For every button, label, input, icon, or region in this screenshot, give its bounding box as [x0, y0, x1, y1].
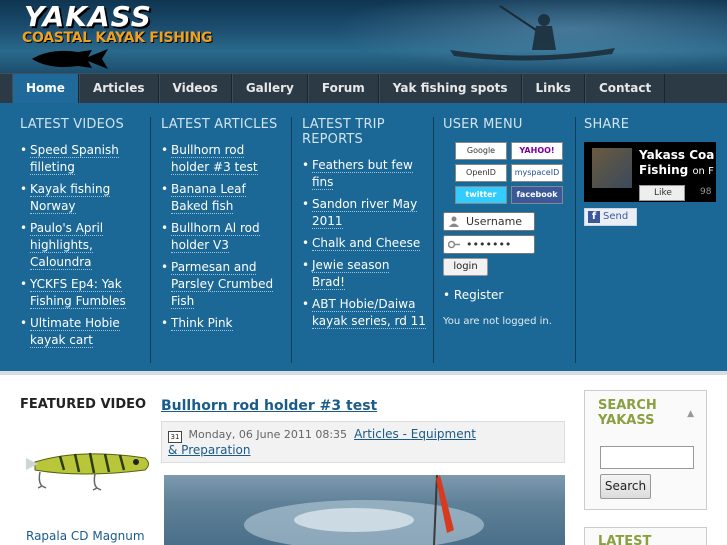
myspaceid-login-button[interactable]: myspaceID — [511, 164, 563, 182]
login-button[interactable]: login — [443, 258, 488, 276]
key-icon — [448, 240, 460, 249]
user-icon — [449, 216, 459, 227]
list-item[interactable]: Think Pink — [161, 315, 283, 332]
user-menu-title: USER MENU — [443, 117, 523, 132]
list-item[interactable]: Ultimate Hobie kayak cart — [20, 315, 142, 349]
nav-contact[interactable]: Contact — [584, 74, 666, 104]
list-item[interactable]: Parmesan and Parsley Crumbed Fish — [161, 259, 283, 310]
latest-videos-title: LATEST VIDEOS — [20, 117, 124, 132]
kayak-fisherman-icon — [450, 5, 615, 61]
latest-trip-reports-module: LATEST TRIP REPORTS Feathers but few fin… — [302, 117, 426, 335]
nav-yak-fishing-spots[interactable]: Yak fishing spots — [378, 74, 522, 104]
rapala-lure-image[interactable] — [20, 440, 155, 500]
article-date: Monday, 06 June 2011 08:35 — [188, 428, 348, 441]
list-item[interactable]: Paulo's April highlights, Caloundra — [20, 220, 142, 271]
facebook-login-button[interactable]: facebook — [511, 186, 563, 204]
article-photo[interactable] — [164, 475, 565, 545]
share-title: SHARE — [584, 117, 630, 132]
list-item[interactable]: Chalk and Cheese — [302, 235, 426, 252]
fb-page-name-2[interactable]: Fishing — [639, 163, 688, 177]
water-scene-image — [244, 475, 484, 545]
feature-panel: LATEST VIDEOS Speed Spanish filleting Ka… — [0, 103, 727, 371]
nav-links[interactable]: Links — [521, 74, 585, 104]
site-header: YAKASS COASTAL KAYAK FISHING — [0, 0, 727, 73]
main-nav: Home Articles Videos Gallery Forum Yak f… — [0, 73, 727, 104]
search-input[interactable] — [600, 446, 694, 469]
category-link-equipment[interactable]: Equipment — [411, 427, 476, 441]
logo-subtitle[interactable]: COASTAL KAYAK FISHING — [22, 30, 213, 46]
list-item[interactable]: YCKFS Ep4: Yak Fishing Fumbles — [20, 276, 142, 310]
register-link[interactable]: • Register — [443, 288, 573, 302]
featured-video-caption[interactable]: Rapala CD Magnum — [26, 529, 145, 543]
category-link-articles[interactable]: Articles — [354, 427, 399, 441]
list-item[interactable]: ABT Hobie/Daiwa kayak series, rd 11 — [302, 296, 426, 330]
calendar-icon: 31 — [168, 431, 182, 443]
page-thumbnail — [592, 148, 632, 188]
latest-trip-reports-title: LATEST TRIP REPORTS — [302, 117, 385, 147]
article-meta: 31 Monday, 06 June 2011 08:35 Articles -… — [161, 421, 565, 463]
facebook-page-widget[interactable]: Yakass Coa Fishing on F Like 98 — [584, 142, 716, 202]
google-login-button[interactable]: Google — [455, 142, 507, 160]
yahoo-login-button[interactable]: YAHOO! — [511, 142, 563, 160]
collapse-icon[interactable]: ▲ — [687, 409, 694, 419]
nav-forum[interactable]: Forum — [307, 74, 379, 104]
column-divider — [150, 117, 151, 363]
list-item[interactable]: Speed Spanish filleting — [20, 142, 142, 176]
column-divider — [291, 117, 292, 363]
username-field[interactable]: Username — [443, 212, 535, 231]
search-module: SEARCH YAKASS ▲ Search — [584, 390, 707, 510]
list-item[interactable]: Bullhorn rod holder #3 test — [161, 142, 283, 176]
list-item[interactable]: Sandon river May 2011 — [302, 196, 426, 230]
list-item[interactable]: Jewie season Brad! — [302, 257, 426, 291]
category-separator: - — [398, 427, 411, 441]
latest-videos-module: LATEST VIDEOS Speed Spanish filleting Ka… — [20, 117, 142, 354]
latest-articles-title: LATEST ARTICLES — [161, 117, 278, 132]
latest-articles-module: LATEST ARTICLES Bullhorn rod holder #3 t… — [161, 117, 283, 337]
user-menu-module: USER MENU Google YAHOO! OpenID myspaceID… — [443, 117, 573, 327]
latest-module: LATEST — [584, 527, 707, 545]
nav-gallery[interactable]: Gallery — [231, 74, 308, 104]
facebook-icon: f — [588, 211, 600, 223]
article-title[interactable]: Bullhorn rod holder #3 test — [161, 398, 377, 414]
featured-video-title: FEATURED VIDEO — [20, 397, 147, 412]
fb-on-label: on F — [692, 166, 714, 177]
fish-logo-icon — [32, 49, 108, 69]
category-link-preparation[interactable]: & Preparation — [168, 443, 251, 457]
fb-page-name[interactable]: Yakass Coa — [639, 148, 714, 163]
like-count: 98 — [700, 187, 712, 197]
list-item[interactable]: Kayak fishing Norway — [20, 181, 142, 215]
divider-bar — [0, 371, 727, 375]
latest-title: LATEST — [598, 534, 652, 545]
column-divider — [433, 117, 434, 363]
list-item[interactable]: Feathers but few fins — [302, 157, 426, 191]
social-login-grid: Google YAHOO! OpenID myspaceID twitter f… — [455, 142, 573, 204]
openid-login-button[interactable]: OpenID — [455, 164, 507, 182]
share-module: SHARE Yakass Coa Fishing on F Like 98 f … — [584, 117, 727, 226]
list-item[interactable]: Bullhorn Al rod holder V3 — [161, 220, 283, 254]
column-divider — [575, 117, 576, 363]
search-button[interactable]: Search — [600, 474, 651, 499]
nav-videos[interactable]: Videos — [158, 74, 232, 104]
logo-title[interactable]: YAKASS — [24, 0, 152, 33]
nav-articles[interactable]: Articles — [78, 74, 159, 104]
twitter-login-button[interactable]: twitter — [455, 186, 507, 204]
password-field[interactable]: ••••••• — [443, 235, 535, 254]
login-status: You are not logged in. — [443, 316, 552, 327]
list-item[interactable]: Banana Leaf Baked fish — [161, 181, 283, 215]
send-button[interactable]: f Send — [584, 208, 637, 226]
nav-home[interactable]: Home — [12, 74, 79, 104]
like-button[interactable]: Like — [639, 185, 685, 201]
